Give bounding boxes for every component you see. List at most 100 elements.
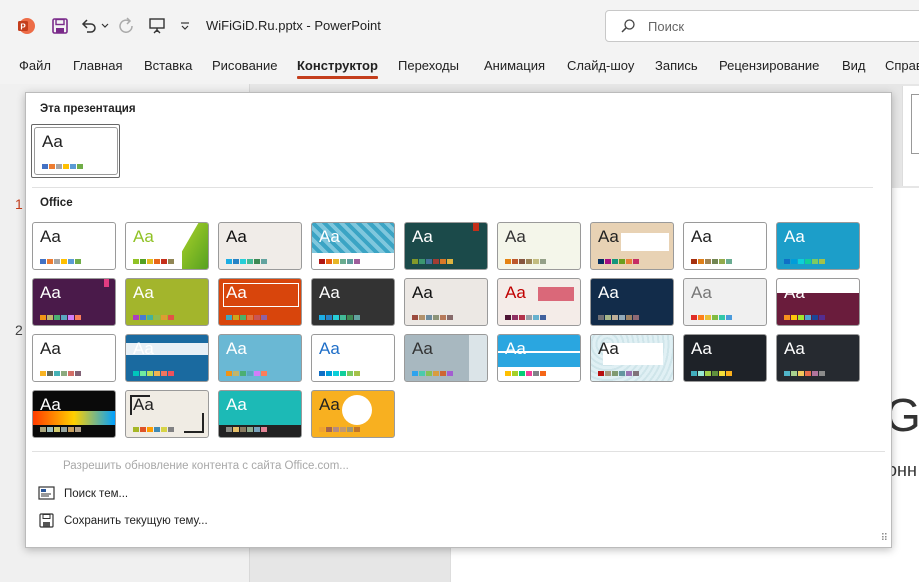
theme-thumbnail-headlines[interactable]: Aa bbox=[125, 390, 209, 438]
theme-thumbnail-main-event[interactable]: Aa bbox=[590, 334, 674, 382]
undo-icon[interactable] bbox=[78, 14, 100, 38]
separator bbox=[32, 187, 873, 188]
theme-color-swatches bbox=[319, 371, 360, 376]
tab-help[interactable]: Справ bbox=[885, 58, 919, 73]
theme-thumbnail-office[interactable]: Aa bbox=[32, 222, 116, 270]
themes-dropdown: Эта презентация Aa Office Aa Aa Aa Aa Aa Aa Aa… bbox=[25, 92, 892, 548]
tab-insert[interactable]: Вставка bbox=[144, 58, 192, 73]
theme-thumbnail-banded[interactable]: Aa bbox=[497, 334, 581, 382]
theme-thumbnail-dots[interactable]: Aa bbox=[311, 390, 395, 438]
theme-sample-text: Aa bbox=[226, 283, 247, 302]
section-title-this-presentation: Эта презентация bbox=[40, 103, 136, 115]
theme-color-swatches bbox=[784, 371, 825, 376]
separator bbox=[32, 451, 885, 452]
tab-file[interactable]: Файл bbox=[19, 58, 51, 73]
theme-color-swatches bbox=[691, 371, 732, 376]
theme-sample-text: Aa bbox=[691, 227, 712, 246]
slide-number-2: 2 bbox=[15, 322, 23, 338]
save-icon[interactable] bbox=[48, 14, 72, 38]
theme-thumbnail-ion-boardroom[interactable]: Aa bbox=[311, 222, 395, 270]
theme-sample-text: Aa bbox=[133, 395, 154, 414]
theme-color-swatches bbox=[226, 259, 267, 264]
theme-sample-text: Aa bbox=[505, 227, 526, 246]
powerpoint-logo-icon[interactable]: P bbox=[14, 14, 38, 38]
theme-thumbnail-feathered[interactable]: Aa bbox=[32, 390, 116, 438]
theme-thumbnail-depth[interactable]: Aa bbox=[683, 334, 767, 382]
tab-animations[interactable]: Анимация bbox=[484, 58, 545, 73]
tab-slideshow[interactable]: Слайд-шоу bbox=[567, 58, 634, 73]
theme-sample-text: Aa bbox=[784, 227, 805, 246]
search-input[interactable]: Поиск bbox=[605, 10, 919, 42]
theme-thumbnail-facet[interactable]: Aa bbox=[125, 222, 209, 270]
theme-thumbnail-parcel[interactable]: Aa bbox=[776, 278, 860, 326]
theme-thumbnail-slice[interactable]: Aa bbox=[590, 222, 674, 270]
theme-thumbnail-current[interactable]: Aa bbox=[34, 127, 118, 175]
current-theme-selected[interactable]: Aa bbox=[31, 124, 120, 178]
theme-color-swatches bbox=[226, 427, 267, 432]
theme-sample-text: Aa bbox=[598, 339, 619, 358]
search-icon bbox=[620, 18, 636, 39]
tab-design[interactable]: Конструктор bbox=[297, 58, 378, 79]
tab-home[interactable]: Главная bbox=[73, 58, 122, 73]
slide-number-1: 1 bbox=[15, 196, 23, 212]
theme-thumbnail-mesh[interactable]: Aa bbox=[590, 278, 674, 326]
theme-thumbnail-berlin[interactable]: Aa bbox=[32, 278, 116, 326]
theme-color-swatches bbox=[40, 427, 81, 432]
theme-thumbnail-basis[interactable]: Aa bbox=[218, 334, 302, 382]
theme-sample-text: Aa bbox=[133, 283, 154, 302]
theme-sample-text: Aa bbox=[505, 283, 526, 302]
browse-themes-item[interactable]: Поиск тем... bbox=[38, 483, 128, 505]
tab-view[interactable]: Вид bbox=[842, 58, 866, 73]
save-theme-icon bbox=[38, 513, 56, 529]
theme-thumbnail-circuit[interactable]: Aa bbox=[311, 334, 395, 382]
theme-sample-text: Aa bbox=[226, 227, 247, 246]
theme-sample-text: Aa bbox=[412, 227, 433, 246]
tab-draw[interactable]: Рисование bbox=[212, 58, 277, 73]
theme-color-swatches bbox=[42, 164, 83, 169]
theme-thumbnail-frame[interactable]: Aa bbox=[218, 278, 302, 326]
theme-thumbnail-organic[interactable]: Aa bbox=[404, 222, 488, 270]
theme-thumbnail-quotable[interactable]: Aa bbox=[125, 334, 209, 382]
theme-thumbnail-crop[interactable]: Aa bbox=[218, 390, 302, 438]
theme-sample-text: Aa bbox=[598, 227, 619, 246]
theme-thumbnail-wisp[interactable]: Aa bbox=[683, 222, 767, 270]
theme-color-swatches bbox=[505, 371, 546, 376]
theme-color-swatches bbox=[40, 315, 81, 320]
theme-thumbnail-ion[interactable]: Aa bbox=[776, 222, 860, 270]
theme-thumbnail-savon[interactable]: Aa bbox=[311, 278, 395, 326]
theme-thumbnail-badge[interactable]: Aa bbox=[32, 334, 116, 382]
theme-color-swatches bbox=[412, 315, 453, 320]
save-current-theme-item[interactable]: Сохранить текущую тему... bbox=[38, 510, 208, 532]
theme-sample-text: Aa bbox=[133, 339, 154, 358]
theme-color-swatches bbox=[133, 259, 174, 264]
theme-sample-text: Aa bbox=[691, 339, 712, 358]
svg-text:P: P bbox=[20, 23, 26, 32]
theme-thumbnail-droplet[interactable]: Aa bbox=[404, 334, 488, 382]
theme-thumbnail-integral[interactable]: Aa bbox=[218, 222, 302, 270]
theme-color-swatches bbox=[784, 315, 825, 320]
theme-color-swatches bbox=[505, 259, 546, 264]
present-icon[interactable] bbox=[146, 14, 168, 38]
theme-thumbnail-celestial[interactable]: Aa bbox=[125, 278, 209, 326]
customize-icon[interactable] bbox=[176, 14, 194, 38]
theme-thumbnail-dividend[interactable]: Aa bbox=[497, 278, 581, 326]
browse-themes-icon bbox=[38, 486, 56, 502]
theme-thumbnail-vapor-trail[interactable]: Aa bbox=[683, 278, 767, 326]
redo-icon[interactable] bbox=[116, 14, 138, 38]
theme-color-swatches bbox=[784, 259, 825, 264]
theme-color-swatches bbox=[133, 371, 174, 376]
theme-thumbnail-metropolitan[interactable]: Aa bbox=[776, 334, 860, 382]
theme-sample-text: Aa bbox=[319, 395, 340, 414]
theme-sample-text: Aa bbox=[691, 283, 712, 302]
tab-transitions[interactable]: Переходы bbox=[398, 58, 459, 73]
tab-review[interactable]: Рецензирование bbox=[719, 58, 819, 73]
tab-record[interactable]: Запись bbox=[655, 58, 698, 73]
theme-color-swatches bbox=[598, 315, 639, 320]
theme-thumbnail-retrospect[interactable]: Aa bbox=[497, 222, 581, 270]
undo-dropdown-icon[interactable] bbox=[100, 14, 110, 38]
theme-sample-text: Aa bbox=[319, 227, 340, 246]
resize-grip-icon[interactable]: ⠿ bbox=[881, 533, 888, 544]
theme-thumbnail-gallery[interactable]: Aa bbox=[404, 278, 488, 326]
theme-sample-text: Aa bbox=[226, 395, 247, 414]
theme-color-swatches bbox=[319, 259, 360, 264]
